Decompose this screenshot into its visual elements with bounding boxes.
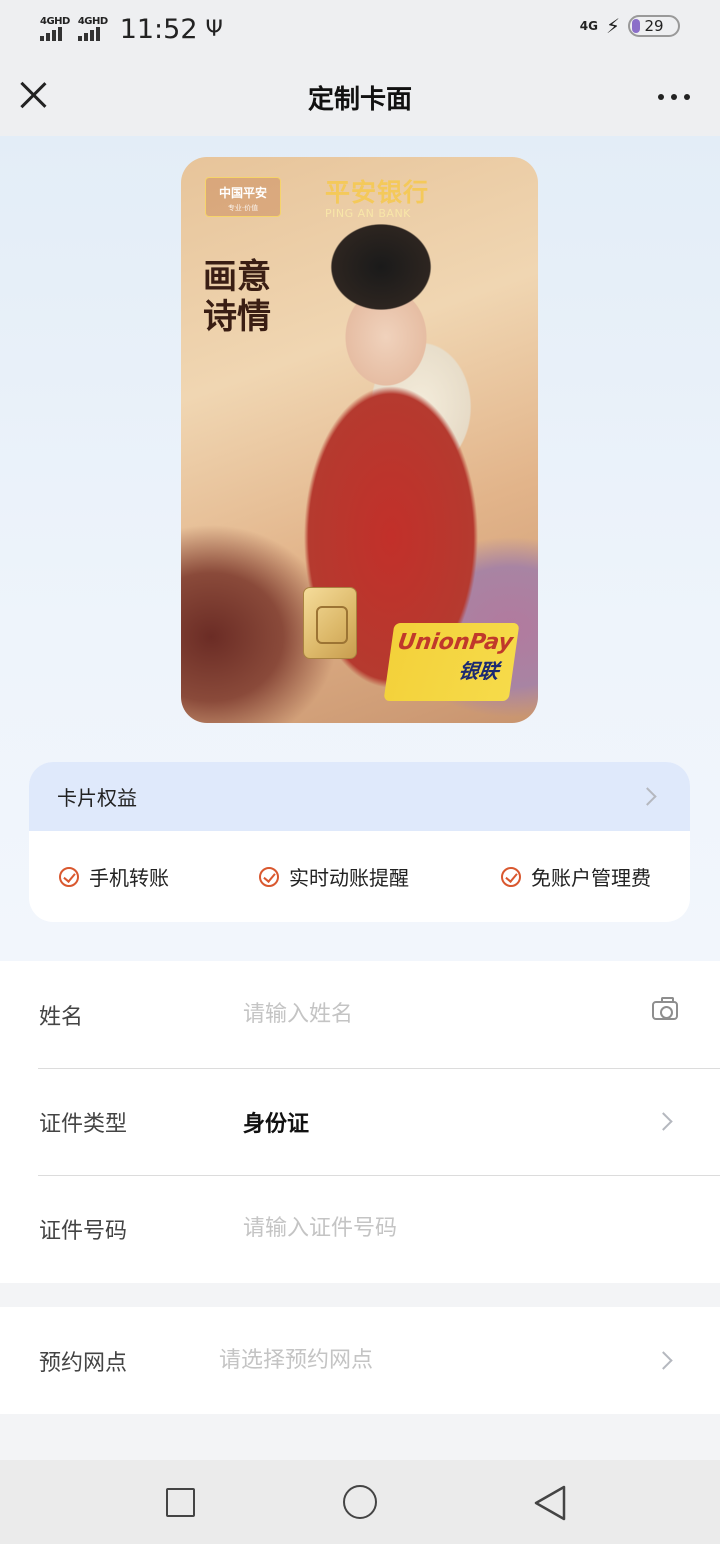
benefits-list: 手机转账 实时动账提醒 免账户管理费: [29, 831, 690, 922]
benefit-item: 实时动账提醒: [259, 862, 501, 891]
signal-icon: 4GHD: [40, 17, 70, 41]
signal-label: 4GHD: [77, 16, 108, 27]
nav-bar: 定制卡面: [0, 58, 720, 136]
status-bar: 4GHD 4GHD 11:52 Ψ 4G ⚡ 29: [0, 0, 720, 58]
logo-subtext: 专业·价值: [227, 204, 259, 212]
check-circle-icon: [501, 866, 521, 887]
benefit-label: 手机转账: [89, 866, 169, 890]
chevron-right-icon: [654, 1112, 673, 1131]
more-icon[interactable]: [658, 94, 690, 100]
card-face-image[interactable]: 中国平安 专业·价值 平安银行 PING AN BANK 画意诗情 UnionP…: [181, 157, 538, 723]
battery-icon: 29: [628, 15, 680, 37]
back-triangle-icon[interactable]: [532, 1484, 568, 1522]
camera-icon[interactable]: [652, 997, 678, 1020]
card-preview-area: 中国平安 专业·价值 平安银行 PING AN BANK 画意诗情 UnionP…: [0, 136, 720, 961]
benefit-label: 免账户管理费: [531, 866, 651, 890]
status-indicators: 4G ⚡ 29: [580, 14, 680, 38]
benefit-item: 手机转账: [59, 862, 259, 891]
check-circle-icon: [59, 866, 79, 887]
clock: 11:52: [119, 13, 198, 45]
chevron-right-icon: [638, 787, 657, 806]
unionpay-logo: UnionPay 银联: [383, 623, 520, 701]
recents-square-icon[interactable]: [166, 1488, 195, 1517]
id-type-row[interactable]: 证件类型 身份证: [0, 1068, 720, 1175]
id-number-label: 证件号码: [39, 1218, 128, 1244]
id-number-input[interactable]: [243, 1216, 623, 1241]
name-label: 姓名: [39, 1004, 84, 1030]
id-type-value: 身份证: [243, 1111, 310, 1137]
signal-icon: 4GHD: [77, 16, 108, 41]
page-title: 定制卡面: [307, 84, 412, 115]
chevron-right-icon: [654, 1351, 673, 1370]
id-number-row: 证件号码: [0, 1175, 720, 1282]
battery-level: 29: [644, 17, 664, 35]
benefits-header[interactable]: 卡片权益: [29, 762, 690, 831]
pingan-logo: 中国平安 专业·价值: [205, 177, 281, 217]
benefit-label: 实时动账提醒: [289, 866, 409, 890]
signal-label: 4GHD: [40, 16, 70, 27]
logo-text: 中国平安: [218, 186, 267, 200]
system-nav-bar: [0, 1460, 720, 1544]
branch-select[interactable]: [219, 1348, 599, 1373]
id-type-label: 证件类型: [39, 1111, 128, 1137]
network-type: 4G: [579, 19, 598, 33]
bank-name-en: PING AN BANK: [325, 207, 411, 220]
bank-name-cn: 平安银行: [325, 178, 430, 207]
branch-row[interactable]: 预约网点: [0, 1307, 720, 1414]
unionpay-en: UnionPay: [395, 630, 515, 655]
name-row: 姓名: [0, 961, 720, 1068]
benefits-title: 卡片权益: [57, 786, 137, 810]
applicant-form: 姓名 证件类型 身份证 证件号码: [0, 961, 720, 1283]
benefit-item: 免账户管理费: [501, 862, 651, 891]
card-calligraphy: 画意诗情: [203, 257, 271, 337]
chip-icon: [303, 587, 357, 659]
unionpay-cn: 银联: [457, 659, 501, 683]
check-circle-icon: [259, 866, 279, 887]
name-input[interactable]: [243, 1002, 623, 1027]
bolt-icon: ⚡: [605, 14, 620, 38]
card-benefits-panel: 卡片权益 手机转账 实时动账提醒 免账户管理费: [29, 762, 690, 922]
branch-label: 预约网点: [39, 1350, 128, 1376]
usb-icon: Ψ: [205, 16, 223, 42]
close-icon[interactable]: [18, 80, 48, 110]
home-circle-icon[interactable]: [343, 1485, 377, 1519]
